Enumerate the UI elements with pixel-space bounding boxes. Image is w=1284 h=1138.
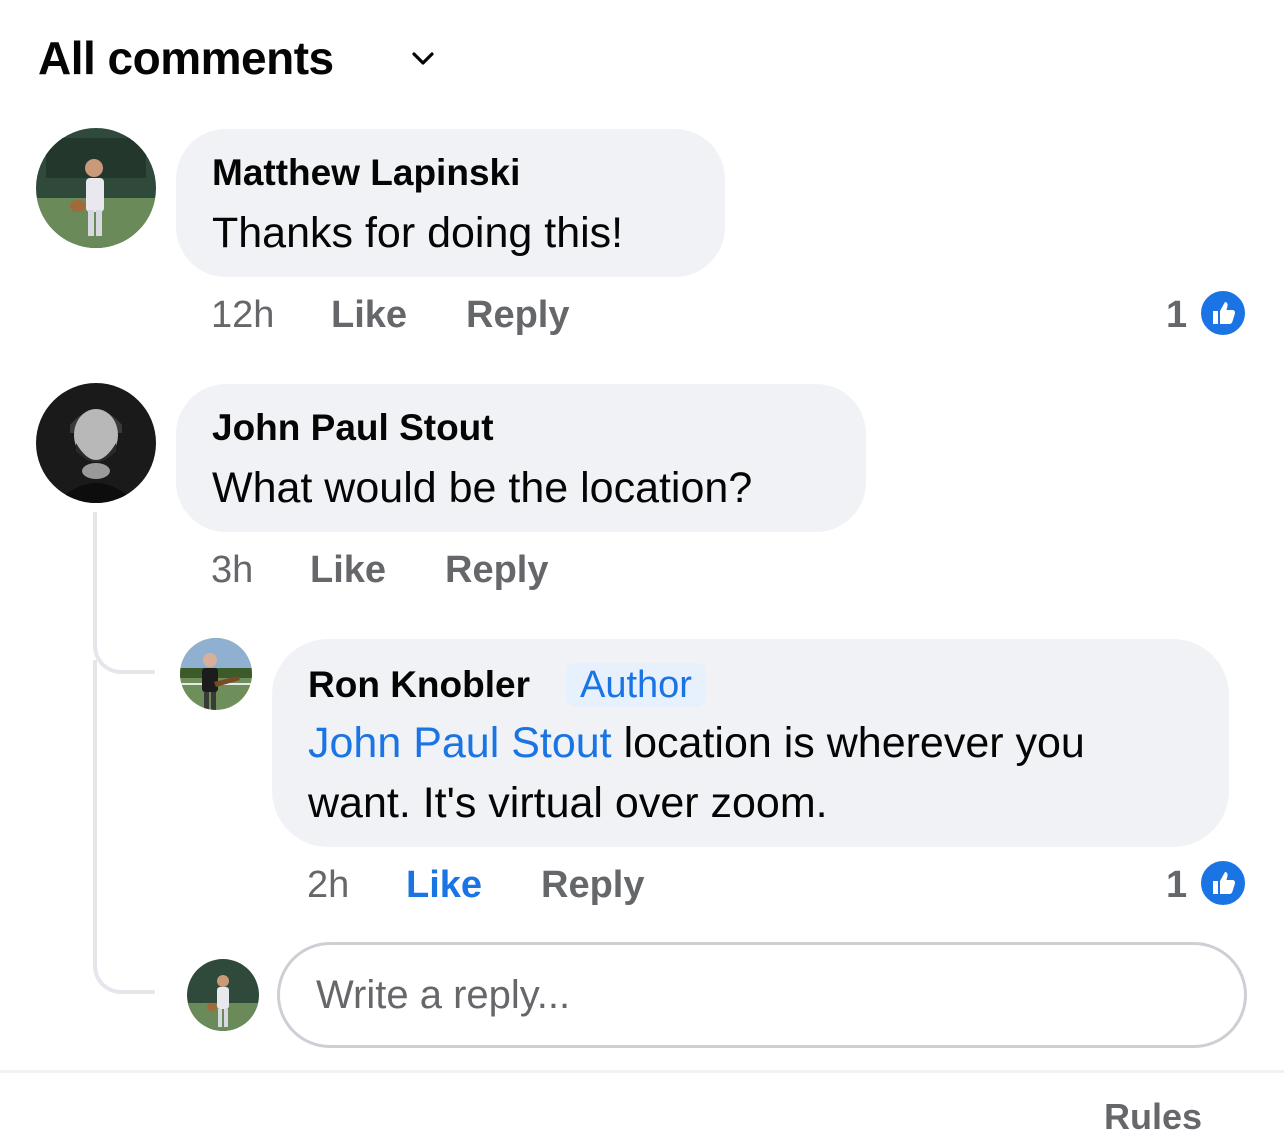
comment-bubble: Matthew Lapinski Thanks for doing this! [176, 129, 725, 277]
like-button[interactable]: Like [310, 547, 386, 593]
reply-author[interactable]: Ron Knobler [308, 663, 530, 707]
comment-author[interactable]: John Paul Stout [212, 406, 494, 450]
comments-sort-title[interactable]: All comments [38, 30, 334, 86]
avatar[interactable] [180, 638, 252, 710]
reply-text-line1: John Paul Stout location is wherever you [308, 713, 1085, 773]
footer-divider [0, 1070, 1284, 1073]
reply-text: location is wherever you [623, 719, 1085, 767]
like-button[interactable]: Like [331, 292, 407, 338]
thread-connector [93, 512, 155, 674]
comment-text: What would be the location? [212, 464, 753, 512]
author-badge: Author [566, 663, 706, 707]
reply-bubble: Ron Knobler Author John Paul Stout locat… [272, 639, 1229, 847]
comment-timestamp[interactable]: 3h [211, 547, 253, 593]
comment-author[interactable]: Matthew Lapinski [212, 151, 520, 195]
reaction-count[interactable]: 1 [1166, 292, 1187, 338]
mention-link[interactable]: John Paul Stout [308, 719, 612, 767]
like-reaction-icon [1198, 858, 1248, 908]
rules-link[interactable]: Rules [1104, 1096, 1202, 1138]
comment-timestamp[interactable]: 12h [211, 292, 274, 338]
thread-connector [93, 660, 155, 994]
reply-timestamp[interactable]: 2h [307, 862, 349, 908]
current-user-avatar[interactable] [187, 959, 259, 1031]
reply-input[interactable]: Write a reply... [277, 942, 1247, 1048]
reply-text-line2: want. It's virtual over zoom. [308, 779, 828, 827]
reply-button[interactable]: Reply [466, 292, 569, 338]
reply-button[interactable]: Reply [445, 547, 548, 593]
reaction-count[interactable]: 1 [1166, 862, 1187, 908]
comment-text: Thanks for doing this! [212, 209, 624, 257]
reply-button[interactable]: Reply [541, 862, 644, 908]
comment-bubble: John Paul Stout What would be the locati… [176, 384, 866, 532]
avatar[interactable] [36, 383, 156, 503]
like-reaction-icon [1198, 288, 1248, 338]
like-button[interactable]: Like [406, 862, 482, 908]
chevron-down-icon[interactable] [408, 44, 438, 74]
avatar[interactable] [36, 128, 156, 248]
